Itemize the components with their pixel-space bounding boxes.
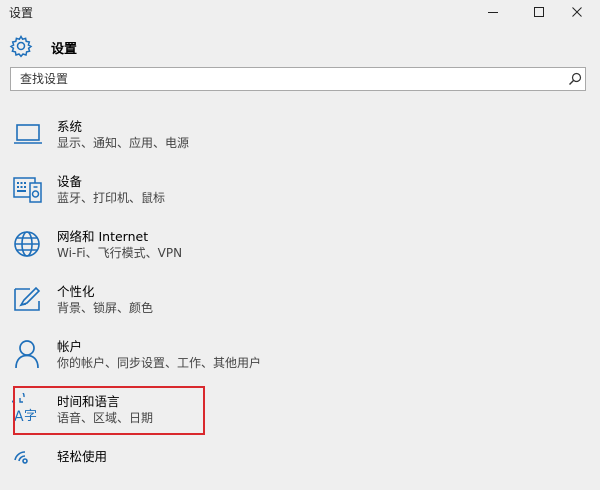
close-button[interactable] — [554, 0, 600, 24]
category-title: 帐户 — [57, 339, 83, 354]
page-title: 设置 — [51, 42, 78, 57]
highlight-box — [13, 386, 205, 435]
minimize-icon — [488, 12, 498, 13]
category-title: 系统 — [57, 119, 83, 134]
gear-icon — [9, 35, 33, 58]
category-subtitle: 背景、锁屏、颜色 — [57, 301, 154, 315]
category-title: 网络和 Internet — [57, 229, 149, 244]
category-personalization[interactable]: 个性化 背景、锁屏、颜色 — [12, 281, 572, 325]
search-box[interactable] — [10, 67, 586, 91]
search-input[interactable] — [11, 68, 560, 90]
category-title: 设备 — [57, 174, 83, 189]
globe-icon — [14, 231, 40, 257]
devices-icon — [13, 177, 42, 203]
person-icon — [15, 340, 39, 369]
window-title: 设置 — [9, 6, 34, 20]
category-subtitle: Wi-Fi、飞行模式、VPN — [57, 246, 183, 260]
category-subtitle: 你的帐户、同步设置、工作、其他用户 — [57, 356, 262, 370]
ease-of-access-icon — [14, 451, 28, 464]
category-title: 个性化 — [57, 284, 95, 299]
category-system[interactable]: 系统 显示、通知、应用、电源 — [12, 116, 572, 160]
category-devices[interactable]: 设备 蓝牙、打印机、鼠标 — [12, 171, 572, 215]
search-icon[interactable] — [568, 72, 582, 86]
category-ease-of-access[interactable]: 轻松使用 — [12, 446, 572, 490]
maximize-icon — [534, 7, 544, 17]
category-title: 轻松使用 — [57, 449, 108, 464]
paint-icon — [14, 286, 41, 311]
category-subtitle: 显示、通知、应用、电源 — [57, 136, 190, 150]
minimize-button[interactable] — [470, 0, 516, 24]
laptop-icon — [14, 124, 42, 144]
title-bar: 设置 — [0, 0, 600, 24]
category-subtitle: 蓝牙、打印机、鼠标 — [57, 191, 166, 205]
category-accounts[interactable]: 帐户 你的帐户、同步设置、工作、其他用户 — [12, 336, 572, 380]
close-icon — [572, 7, 582, 17]
category-network[interactable]: 网络和 Internet Wi-Fi、飞行模式、VPN — [12, 226, 572, 270]
